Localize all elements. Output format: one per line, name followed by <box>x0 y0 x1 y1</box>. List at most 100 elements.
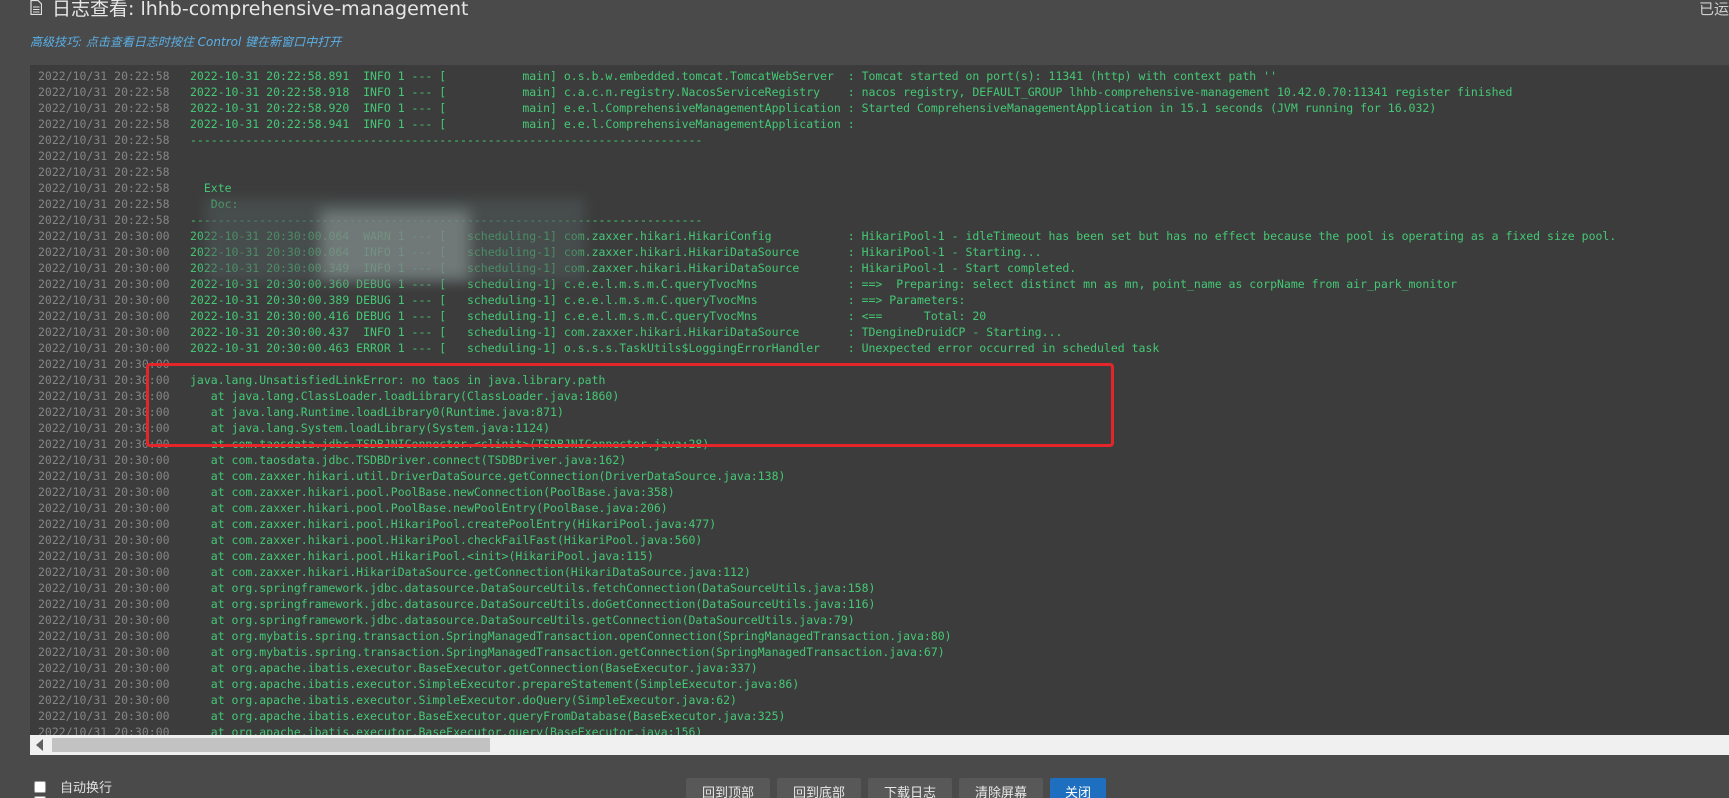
log-timestamp: 2022/10/31 20:30:00 <box>38 725 170 735</box>
log-line: 2022/10/31 20:30:00 at org.springframewo… <box>30 580 1729 596</box>
log-line: 2022/10/31 20:30:00 at com.zaxxer.hikari… <box>30 532 1729 548</box>
dialog-title: 日志查看: lhhb-comprehensive-management <box>30 0 468 21</box>
log-message: at org.apache.ibatis.executor.BaseExecut… <box>190 661 758 675</box>
scroll-left-arrow-icon[interactable] <box>36 739 43 751</box>
log-message: at com.zaxxer.hikari.HikariDataSource.ge… <box>190 565 751 579</box>
log-timestamp: 2022/10/31 20:22:58 <box>38 197 170 211</box>
log-message: 2022-10-31 20:22:58.918 INFO 1 --- [ mai… <box>190 85 1513 99</box>
log-line: 2022/10/31 20:30:00 at com.taosdata.jdbc… <box>30 452 1729 468</box>
auto-wrap-option[interactable]: 自动换行 <box>34 777 112 796</box>
log-timestamp: 2022/10/31 20:30:00 <box>38 709 170 723</box>
log-line: 2022/10/31 20:30:00 at com.zaxxer.hikari… <box>30 516 1729 532</box>
log-line: 2022/10/31 20:30:00 at org.apache.ibatis… <box>30 692 1729 708</box>
dialog-title-text: 日志查看: lhhb-comprehensive-management <box>52 0 469 20</box>
log-line: 2022/10/31 20:30:00 at org.springframewo… <box>30 596 1729 612</box>
log-timestamp: 2022/10/31 20:30:00 <box>38 661 170 675</box>
log-line: 2022/10/31 20:30:00 at org.mybatis.sprin… <box>30 644 1729 660</box>
log-timestamp: 2022/10/31 20:30:00 <box>38 677 170 691</box>
log-line: 2022/10/31 20:22:58 2022-10-31 20:22:58.9… <box>30 84 1729 100</box>
log-line: 2022/10/31 20:30:00 2022-10-31 20:30:00.4… <box>30 308 1729 324</box>
log-timestamp: 2022/10/31 20:30:00 <box>38 501 170 515</box>
log-line: 2022/10/31 20:30:00 at com.zaxxer.hikari… <box>30 484 1729 500</box>
log-timestamp: 2022/10/31 20:30:00 <box>38 453 170 467</box>
log-line: 2022/10/31 20:30:00 2022-10-31 20:30:00.4… <box>30 324 1729 340</box>
log-line: 2022/10/31 20:30:00 2022-10-31 20:30:00.3… <box>30 292 1729 308</box>
log-message: at com.zaxxer.hikari.pool.PoolBase.newCo… <box>190 485 675 499</box>
log-timestamp: 2022/10/31 20:30:00 <box>38 325 170 339</box>
close-button[interactable]: 关闭 <box>1050 778 1106 798</box>
dialog-footer: 自动换行 回到顶部 回到底部 下载日志 清除屏幕 关闭 <box>0 755 1729 798</box>
log-message: at org.apache.ibatis.executor.SimpleExec… <box>190 677 800 691</box>
log-timestamp: 2022/10/31 20:30:00 <box>38 245 170 259</box>
log-message: at org.springframework.jdbc.datasource.D… <box>190 597 876 611</box>
log-message: ----------------------------------------… <box>190 133 703 147</box>
error-highlight-box <box>146 363 1114 447</box>
log-line: 2022/10/31 20:22:58 <box>30 164 1729 180</box>
log-line: 2022/10/31 20:30:00 at org.apache.ibatis… <box>30 676 1729 692</box>
log-line: 2022/10/31 20:30:00 at com.zaxxer.hikari… <box>30 564 1729 580</box>
log-message: at com.zaxxer.hikari.util.DriverDataSour… <box>190 469 786 483</box>
log-timestamp: 2022/10/31 20:30:00 <box>38 309 170 323</box>
log-timestamp: 2022/10/31 20:30:00 <box>38 549 170 563</box>
log-message: at org.springframework.jdbc.datasource.D… <box>190 613 855 627</box>
log-message: at org.mybatis.spring.transaction.Spring… <box>190 645 945 659</box>
log-timestamp: 2022/10/31 20:30:00 <box>38 613 170 627</box>
log-line: 2022/10/31 20:22:58 ---------------------… <box>30 132 1729 148</box>
log-line: 2022/10/31 20:30:00 at org.apache.ibatis… <box>30 724 1729 735</box>
horizontal-scrollbar[interactable] <box>30 735 1729 755</box>
log-line: 2022/10/31 20:30:00 at com.zaxxer.hikari… <box>30 500 1729 516</box>
log-message: 2022-10-31 20:30:00.416 DEBUG 1 --- [ sc… <box>190 309 987 323</box>
log-message: at com.zaxxer.hikari.pool.PoolBase.newPo… <box>190 501 668 515</box>
log-message: at com.taosdata.jdbc.TSDBDriver.connect(… <box>190 453 627 467</box>
log-timestamp: 2022/10/31 20:30:00 <box>38 469 170 483</box>
corner-text-fragment: 已运 <box>1698 0 1729 18</box>
scrollbar-thumb[interactable] <box>52 738 490 752</box>
log-viewer-dialog: 日志查看: lhhb-comprehensive-management 高级技巧… <box>0 0 1729 798</box>
log-message: 2022-10-31 20:22:58.891 INFO 1 --- [ mai… <box>190 69 1278 83</box>
log-timestamp: 2022/10/31 20:30:00 <box>38 229 170 243</box>
log-line: 2022/10/31 20:22:58 2022-10-31 20:22:58.9… <box>30 100 1729 116</box>
log-timestamp: 2022/10/31 20:30:00 <box>38 581 170 595</box>
log-timestamp: 2022/10/31 20:30:00 <box>38 485 170 499</box>
clear-screen-button[interactable]: 清除屏幕 <box>959 778 1043 798</box>
log-message: 2022-10-31 20:30:00.389 DEBUG 1 --- [ sc… <box>190 293 966 307</box>
log-timestamp: 2022/10/31 20:30:00 <box>38 693 170 707</box>
tip-text: 高级技巧: 点击查看日志时按住 Control 键在新窗口中打开 <box>30 35 342 49</box>
download-log-button[interactable]: 下载日志 <box>868 778 952 798</box>
scroll-to-top-button[interactable]: 回到顶部 <box>686 778 770 798</box>
log-timestamp: 2022/10/31 20:22:58 <box>38 85 170 99</box>
log-timestamp: 2022/10/31 20:30:00 <box>38 277 170 291</box>
log-line: 2022/10/31 20:30:00 at org.mybatis.sprin… <box>30 628 1729 644</box>
log-timestamp: 2022/10/31 20:30:00 <box>38 341 170 355</box>
log-message: at com.zaxxer.hikari.pool.HikariPool.<in… <box>190 549 654 563</box>
auto-wrap-label: 自动换行 <box>60 781 113 796</box>
log-line: 2022/10/31 20:30:00 2022-10-31 20:30:00.4… <box>30 340 1729 356</box>
log-timestamp: 2022/10/31 20:30:00 <box>38 293 170 307</box>
log-timestamp: 2022/10/31 20:22:58 <box>38 101 170 115</box>
log-message: at com.zaxxer.hikari.pool.HikariPool.cre… <box>190 517 717 531</box>
log-timestamp: 2022/10/31 20:22:58 <box>38 165 170 179</box>
log-timestamp: 2022/10/31 20:30:00 <box>38 261 170 275</box>
log-timestamp: 2022/10/31 20:22:58 <box>38 181 170 195</box>
log-timestamp: 2022/10/31 20:30:00 <box>38 629 170 643</box>
log-message: at org.apache.ibatis.executor.BaseExecut… <box>190 709 786 723</box>
log-line: 2022/10/31 20:30:00 at org.springframewo… <box>30 612 1729 628</box>
log-line: 2022/10/31 20:30:00 at org.apache.ibatis… <box>30 660 1729 676</box>
log-timestamp: 2022/10/31 20:30:00 <box>38 645 170 659</box>
auto-wrap-checkbox[interactable] <box>34 780 46 793</box>
log-line: 2022/10/31 20:30:00 at org.apache.ibatis… <box>30 708 1729 724</box>
log-timestamp: 2022/10/31 20:22:58 <box>38 69 170 83</box>
log-timestamp: 2022/10/31 20:22:58 <box>38 149 170 163</box>
log-message: at org.apache.ibatis.executor.SimpleExec… <box>190 693 737 707</box>
log-line: 2022/10/31 20:22:58 2022-10-31 20:22:58.9… <box>30 116 1729 132</box>
log-timestamp: 2022/10/31 20:22:58 <box>38 117 170 131</box>
log-line: 2022/10/31 20:22:58 2022-10-31 20:22:58.8… <box>30 68 1729 84</box>
log-line: 2022/10/31 20:22:58 Exte <box>30 180 1729 196</box>
log-timestamp: 2022/10/31 20:22:58 <box>38 133 170 147</box>
log-message: 2022-10-31 20:30:00.437 INFO 1 --- [ sch… <box>190 325 1063 339</box>
log-timestamp: 2022/10/31 20:30:00 <box>38 533 170 547</box>
log-line: 2022/10/31 20:30:00 at com.zaxxer.hikari… <box>30 468 1729 484</box>
scroll-to-bottom-button[interactable]: 回到底部 <box>777 778 861 798</box>
log-message: 2022-10-31 20:22:58.920 INFO 1 --- [ mai… <box>190 101 1437 115</box>
log-timestamp: 2022/10/31 20:30:00 <box>38 565 170 579</box>
